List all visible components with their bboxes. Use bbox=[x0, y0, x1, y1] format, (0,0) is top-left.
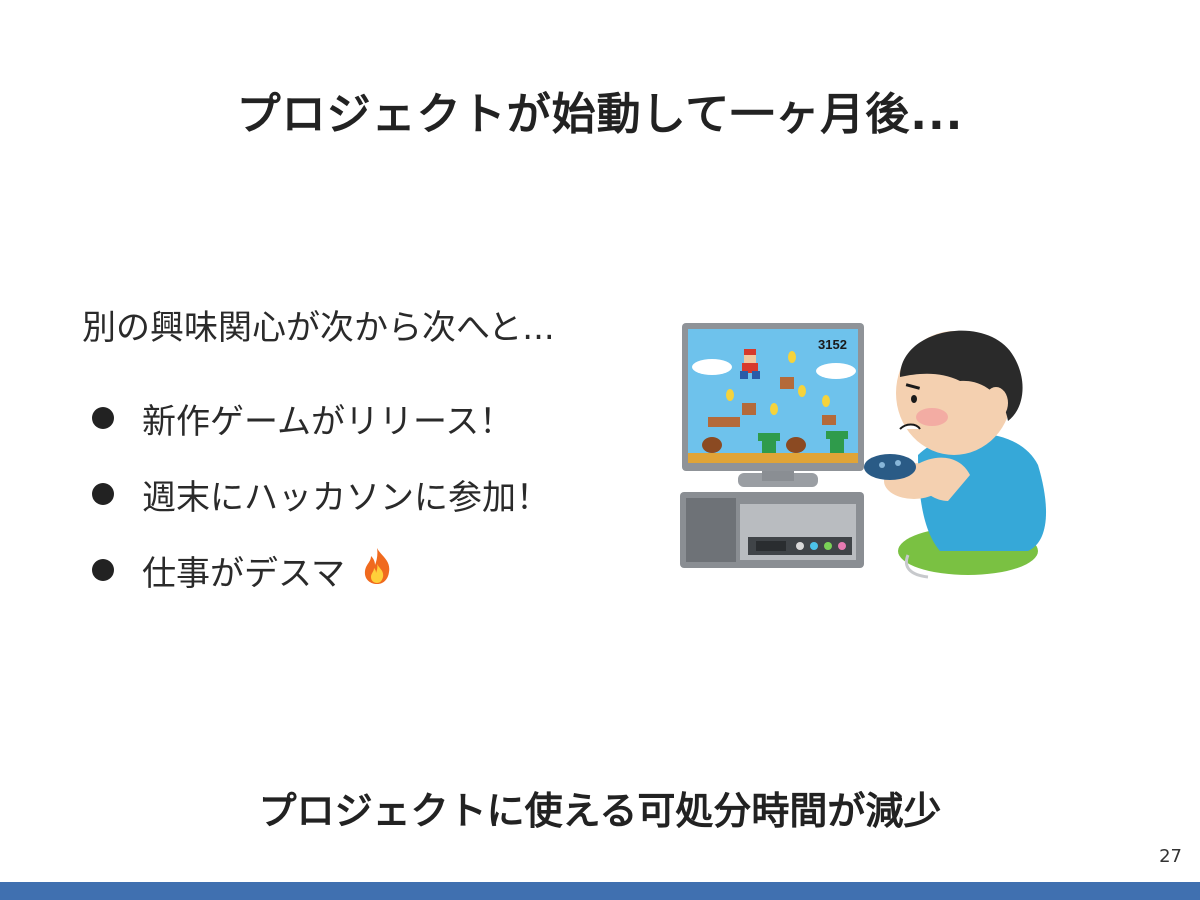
footer-bar bbox=[0, 882, 1200, 900]
slide: プロジェクトが始動して一ヶ月後... 別の興味関心が次から次へと... 新作ゲー… bbox=[0, 0, 1200, 900]
bullet-text: 新作ゲームがリリース！ bbox=[142, 401, 514, 442]
bullet-item: 週末にハッカソンに参加！ bbox=[92, 468, 550, 520]
slide-title: プロジェクトが始動して一ヶ月後... bbox=[236, 89, 964, 140]
bullet-dot-icon bbox=[92, 483, 114, 505]
fire-icon bbox=[359, 546, 395, 595]
lead-text: 別の興味関心が次から次へと... bbox=[82, 308, 555, 348]
svg-text:3152: 3152 bbox=[818, 337, 847, 352]
bullet-list: 新作ゲームがリリース！ 週末にハッカソンに参加！ 仕事がデスマ bbox=[92, 392, 550, 620]
conclusion-text: プロジェクトに使える可処分時間が減少 bbox=[258, 789, 942, 833]
gaming-illustration: 3152 bbox=[678, 305, 1058, 590]
bullet-item: 仕事がデスマ bbox=[92, 544, 550, 596]
page-number: 27 bbox=[1159, 846, 1182, 867]
bullet-item: 新作ゲームがリリース！ bbox=[92, 392, 550, 444]
score-display: 3152 bbox=[818, 337, 847, 352]
bullet-dot-icon bbox=[92, 559, 114, 581]
bullet-text: 仕事がデスマ bbox=[142, 553, 345, 594]
bullet-dot-icon bbox=[92, 407, 114, 429]
bullet-text: 週末にハッカソンに参加！ bbox=[142, 477, 550, 518]
